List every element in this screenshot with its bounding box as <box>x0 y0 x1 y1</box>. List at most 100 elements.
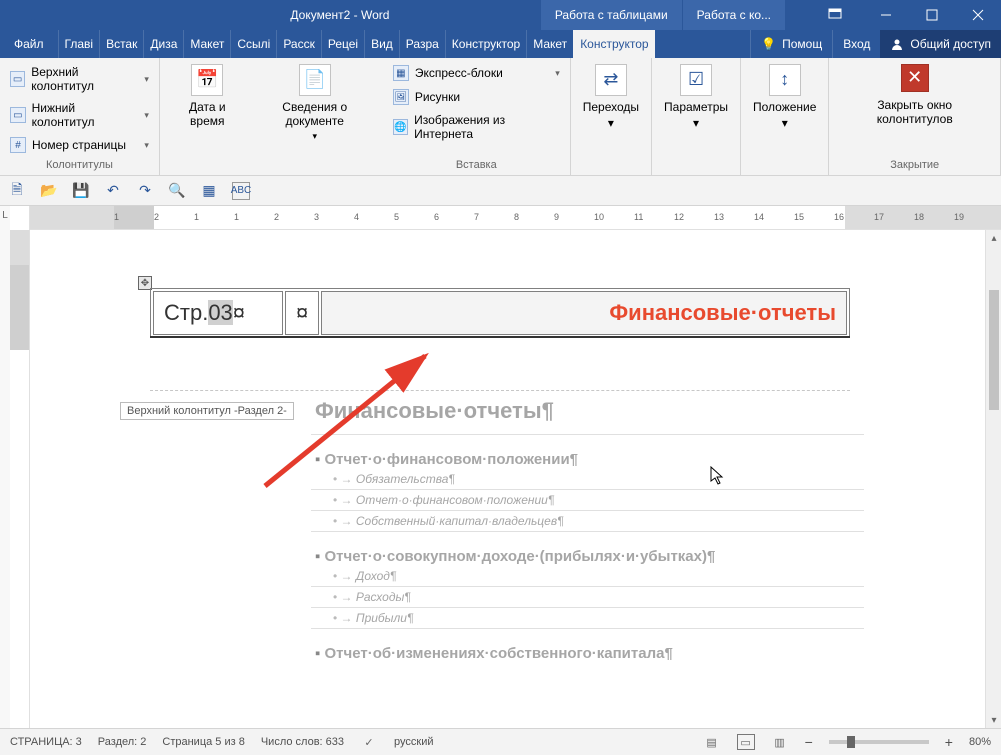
document-canvas[interactable]: ✥ Стр.03¤ ¤ Финансовые·отчеты Верхний ко… <box>30 230 1001 728</box>
status-page-of[interactable]: Страница 5 из 8 <box>162 736 244 748</box>
tab-table-layout[interactable]: Макет <box>526 30 573 58</box>
file-tab[interactable]: Файл <box>0 30 58 58</box>
tab-mailings[interactable]: Расск <box>276 30 321 58</box>
spelling-icon[interactable]: ABC <box>232 182 250 200</box>
tab-layout[interactable]: Макет <box>183 30 230 58</box>
header-title-cell[interactable]: Финансовые·отчеты <box>321 291 847 335</box>
vertical-ruler[interactable] <box>10 230 30 728</box>
chevron-down-icon: ▾ <box>693 116 699 130</box>
navigation-button[interactable]: ⇄ Переходы ▾ <box>577 62 645 156</box>
ribbon-display-options-icon[interactable] <box>815 8 855 22</box>
status-word-count[interactable]: Число слов: 633 <box>261 736 344 748</box>
list-item: Собственный·капитал·владельцев¶ <box>315 514 860 528</box>
share-button[interactable]: Общий доступ <box>880 30 1001 58</box>
tell-me[interactable]: 💡 Помощ <box>750 30 832 58</box>
maximize-icon[interactable] <box>909 0 955 30</box>
options-icon: ☑ <box>680 64 712 96</box>
footer-icon: ▭ <box>10 107 26 123</box>
page-number-cell[interactable]: Стр.03¤ <box>153 291 283 335</box>
document-info-button[interactable]: 📄 Сведения о документе▾ <box>249 62 381 156</box>
close-x-icon: ✕ <box>901 64 929 92</box>
ruler-tick: 2 <box>274 212 279 222</box>
tab-references[interactable]: Ссылі <box>230 30 276 58</box>
chevron-down-icon: ▾ <box>555 68 560 79</box>
page-number-button[interactable]: #Номер страницы▾ <box>6 134 153 156</box>
online-pictures-button[interactable]: 🌐Изображения из Интернета <box>389 110 564 144</box>
heading-1: Финансовые·отчеты¶ <box>315 398 860 424</box>
context-tab-header-tools[interactable]: Работа с ко... <box>682 0 785 30</box>
vertical-scrollbar[interactable]: ▴ ▾ <box>985 230 1001 728</box>
read-mode-icon[interactable]: ▤ <box>703 734 721 750</box>
status-language[interactable]: русский <box>394 736 433 748</box>
ruler-tick: 9 <box>554 212 559 222</box>
undo-icon[interactable]: ↶ <box>104 182 122 200</box>
list-item: Расходы¶ <box>315 590 860 604</box>
sign-in[interactable]: Вход <box>832 30 880 58</box>
document-info-icon: 📄 <box>299 64 331 96</box>
ruler-tick: 10 <box>594 212 604 222</box>
tab-design[interactable]: Диза <box>143 30 183 58</box>
ruler-tick: 1 <box>114 212 119 222</box>
ruler-tick: 12 <box>674 212 684 222</box>
position-button[interactable]: ↕ Положение ▾ <box>747 62 822 156</box>
header-table[interactable]: Стр.03¤ ¤ Финансовые·отчеты <box>150 288 850 338</box>
new-document-icon[interactable]: 🗎 <box>8 182 26 200</box>
status-bar: СТРАНИЦА: 3 Раздел: 2 Страница 5 из 8 Чи… <box>0 728 1001 755</box>
scroll-down-icon[interactable]: ▾ <box>986 712 1001 728</box>
open-icon[interactable]: 📂 <box>40 182 58 200</box>
chevron-down-icon: ▾ <box>144 74 149 85</box>
save-icon[interactable]: 💾 <box>72 182 90 200</box>
minimize-icon[interactable] <box>863 0 909 30</box>
web-layout-icon[interactable]: ▥ <box>771 734 789 750</box>
context-tab-table-tools[interactable]: Работа с таблицами <box>540 0 682 30</box>
status-section[interactable]: Раздел: 2 <box>98 736 147 748</box>
scrollbar-thumb[interactable] <box>989 290 999 410</box>
horizontal-ruler[interactable]: /* ticks rendered below in populate */ 1… <box>30 206 1001 230</box>
print-layout-icon[interactable]: ▭ <box>737 734 755 750</box>
document-page: ✥ Стр.03¤ ¤ Финансовые·отчеты Верхний ко… <box>120 266 880 728</box>
close-icon[interactable] <box>955 0 1001 30</box>
options-button[interactable]: ☑ Параметры ▾ <box>658 62 734 156</box>
tab-review[interactable]: Рецеі <box>321 30 364 58</box>
close-header-footer-button[interactable]: ✕ Закрыть окно колонтитулов <box>835 62 994 156</box>
tab-home[interactable]: Главі <box>58 30 100 58</box>
footer-button[interactable]: ▭Нижний колонтитул▾ <box>6 98 153 132</box>
pictures-button[interactable]: 🖼Рисунки <box>389 86 564 108</box>
zoom-in-icon[interactable]: + <box>945 734 953 750</box>
group-datetime: 📅 Дата и время 📄 Сведения о документе▾ <box>160 58 383 175</box>
window-title: Документ2 - Word <box>140 8 540 22</box>
ruler-tick: 11 <box>634 212 643 222</box>
ruler-tick: 15 <box>794 212 804 222</box>
tab-insert[interactable]: Встак <box>99 30 143 58</box>
picture-icon: 🖼 <box>393 89 409 105</box>
bulb-icon: 💡 <box>761 37 776 51</box>
zoom-out-icon[interactable]: − <box>805 734 813 750</box>
workspace: ✥ Стр.03¤ ¤ Финансовые·отчеты Верхний ко… <box>0 230 1001 728</box>
title-bar: Документ2 - Word Работа с таблицами Рабо… <box>0 0 1001 30</box>
ruler-tick: 5 <box>394 212 399 222</box>
redo-icon[interactable]: ↷ <box>136 182 154 200</box>
status-page[interactable]: СТРАНИЦА: 3 <box>10 736 82 748</box>
zoom-slider[interactable] <box>829 740 929 744</box>
window-controls <box>863 0 1001 30</box>
header-button[interactable]: ▭Верхний колонтитул▾ <box>6 62 153 96</box>
tab-view[interactable]: Вид <box>364 30 399 58</box>
zoom-slider-knob[interactable] <box>847 736 855 748</box>
group-label: Закрытие <box>835 156 994 175</box>
calendar-icon: 📅 <box>191 64 223 96</box>
print-preview-icon[interactable]: 🔍 <box>168 182 186 200</box>
tab-developer[interactable]: Разра <box>399 30 445 58</box>
scroll-up-icon[interactable]: ▴ <box>986 230 1001 246</box>
tab-header-footer-design[interactable]: Конструктор <box>573 30 654 58</box>
ruler-tick: 16 <box>834 212 844 222</box>
spelling-status-icon[interactable]: ✓ <box>360 734 378 750</box>
date-time-button[interactable]: 📅 Дата и время <box>166 62 249 156</box>
insert-table-icon[interactable]: ▦ <box>200 182 218 200</box>
tab-selector[interactable]: L <box>0 206 10 230</box>
zoom-level[interactable]: 80% <box>969 736 991 748</box>
ruler-tick: 18 <box>914 212 924 222</box>
quick-parts-button[interactable]: ▦Экспресс-блоки▾ <box>389 62 564 84</box>
ruler-tick: 3 <box>314 212 319 222</box>
tab-table-design[interactable]: Конструктор <box>445 30 526 58</box>
empty-cell[interactable]: ¤ <box>285 291 319 335</box>
